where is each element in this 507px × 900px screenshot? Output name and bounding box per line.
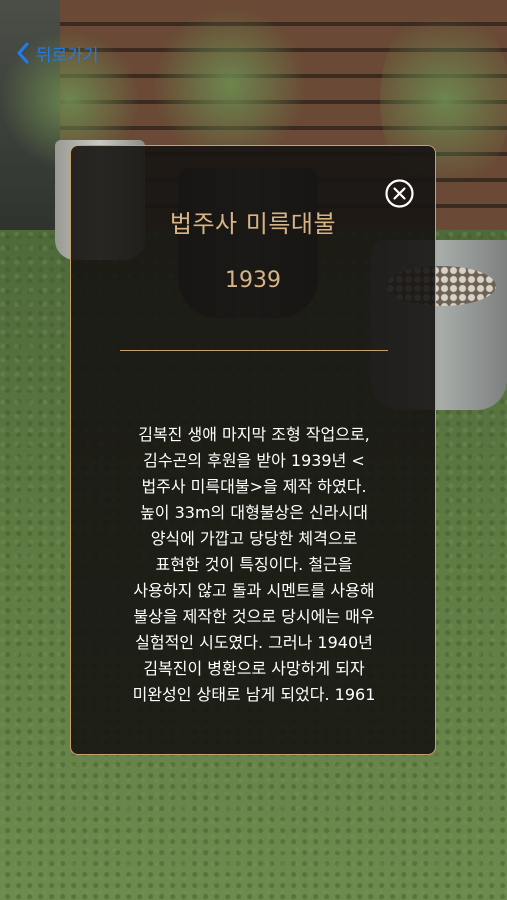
description-line: 실험적인 시도였다. 그러나 1940년 xyxy=(135,633,373,652)
description-line: 김복진이 병환으로 사망하게 되자 xyxy=(143,659,365,678)
description-line: 사용하지 않고 돌과 시멘트를 사용해 xyxy=(133,581,375,600)
description-line: 불상을 제작한 것으로 당시에는 매우 xyxy=(133,607,375,626)
chevron-left-icon xyxy=(16,41,30,65)
description-line: 미완성인 상태로 남게 되었다. 1961 xyxy=(132,685,376,704)
info-panel: 법주사 미륵대불 1939 김복진 생애 마지막 조형 작업으로, 김수곤의 후… xyxy=(70,145,436,755)
back-label: 뒤로가기 xyxy=(36,45,99,66)
panel-title: 법주사 미륵대불 xyxy=(169,210,337,238)
description-line: 높이 33m의 대형불상은 신라시대 xyxy=(140,503,368,522)
description-text: 김복진 생애 마지막 조형 작업으로, 김수곤의 후원을 받아 1939년 < … xyxy=(71,424,437,724)
panel-divider xyxy=(120,350,388,351)
back-button[interactable]: 뒤로가기 xyxy=(16,38,99,68)
background-plant xyxy=(150,10,310,160)
description-line: 김수곤의 후원을 받아 1939년 < xyxy=(143,451,365,470)
description-line: 법주사 미륵대불>을 제작 하였다. xyxy=(141,477,367,496)
description-line: 김복진 생애 마지막 조형 작업으로, xyxy=(138,425,370,444)
panel-year: 1939 xyxy=(225,268,281,293)
description-line: 양식에 가깝고 당당한 체격으로 xyxy=(150,529,358,548)
description-line: 표현한 것이 특징이다. 철근을 xyxy=(155,555,353,574)
